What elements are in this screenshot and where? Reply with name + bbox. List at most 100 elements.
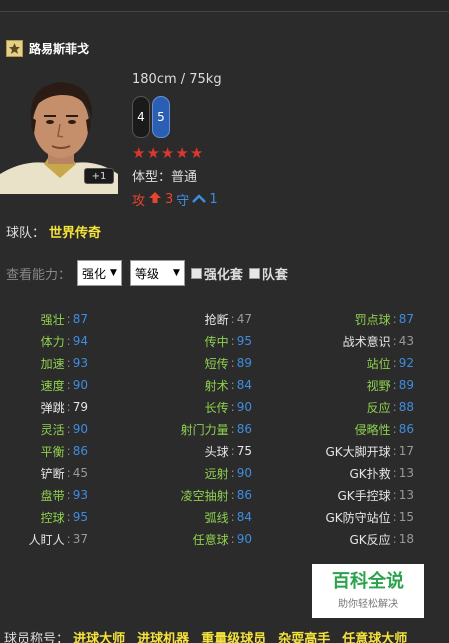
stat-value: 86 bbox=[72, 444, 88, 458]
height-weight: 180cm / 75kg bbox=[132, 72, 222, 87]
team-set-checkbox[interactable]: 队套 bbox=[248, 264, 288, 283]
stat-name: 抢断 bbox=[204, 312, 229, 327]
stat-name: GK大脚开球 bbox=[325, 444, 391, 459]
stat-cell: 体力:94 bbox=[0, 333, 88, 350]
stat-value: 15 bbox=[398, 510, 414, 524]
team: 球队： 世界传奇 bbox=[6, 222, 101, 241]
stat-separator: : bbox=[230, 510, 235, 524]
stat-name: 远射 bbox=[204, 466, 229, 481]
stat-cell: 罚点球:87 bbox=[252, 311, 414, 328]
player-title-item[interactable]: 进球大师 bbox=[73, 632, 125, 643]
stat-name: GK防守站位 bbox=[325, 510, 391, 525]
stat-value: 86 bbox=[398, 422, 414, 436]
right-foot-rating: 5 bbox=[152, 96, 170, 138]
player-title-item[interactable]: 杂耍高手 bbox=[278, 632, 330, 643]
stat-name: 体力 bbox=[40, 334, 65, 349]
stat-value: 93 bbox=[72, 488, 88, 502]
level-select-value: 等级 bbox=[134, 266, 159, 281]
stat-separator: : bbox=[230, 466, 235, 480]
stat-name: 灵活 bbox=[40, 422, 65, 437]
foot-ratings: 4 5 bbox=[132, 96, 170, 138]
stat-value: 90 bbox=[236, 466, 252, 480]
stat-separator: : bbox=[66, 356, 71, 370]
stat-separator: : bbox=[230, 400, 235, 414]
plus-level-badge: +1 bbox=[84, 168, 114, 184]
stat-cell: 铲断:45 bbox=[0, 465, 88, 482]
stat-row: 弹跳:79 长传:90 反应:88 bbox=[0, 396, 449, 418]
stat-name: 铲断 bbox=[40, 466, 65, 481]
stat-name: GK反应 bbox=[349, 532, 391, 547]
stat-cell: 强壮:87 bbox=[0, 311, 88, 328]
stat-name: 站位 bbox=[366, 356, 391, 371]
stat-value: 90 bbox=[236, 532, 252, 546]
stat-separator: : bbox=[230, 488, 235, 502]
stat-value: 45 bbox=[72, 466, 88, 480]
stat-name: 速度 bbox=[40, 378, 65, 393]
stat-value: 86 bbox=[236, 422, 252, 436]
stat-separator: : bbox=[392, 488, 397, 502]
player-title-item[interactable]: 任意球大师 bbox=[342, 632, 407, 643]
stat-name: GK扑救 bbox=[349, 466, 391, 481]
stat-separator: : bbox=[66, 532, 71, 546]
team-set-label: 队套 bbox=[261, 267, 288, 283]
view-ability-label: 查看能力： bbox=[6, 267, 72, 283]
stat-value: 88 bbox=[398, 400, 414, 414]
stat-value: 13 bbox=[398, 488, 414, 502]
stat-cell: 凌空抽射:86 bbox=[88, 487, 252, 504]
stat-cell: 远射:90 bbox=[88, 465, 252, 482]
stat-cell: 站位:92 bbox=[252, 355, 414, 372]
checkbox-icon[interactable] bbox=[248, 267, 260, 279]
stat-cell: 任意球:90 bbox=[88, 531, 252, 548]
stat-cell: 长传:90 bbox=[88, 399, 252, 416]
level-select[interactable]: 等级 ▼ bbox=[129, 260, 185, 286]
player-name: 路易斯菲戈 bbox=[29, 42, 90, 56]
stat-separator: : bbox=[392, 532, 397, 546]
stat-separator: : bbox=[230, 334, 235, 348]
stat-separator: : bbox=[66, 400, 71, 414]
stat-cell: 视野:89 bbox=[252, 377, 414, 394]
stat-separator: : bbox=[66, 422, 71, 436]
stat-value: 93 bbox=[72, 356, 88, 370]
body-type: 体型：普通 bbox=[132, 166, 197, 185]
watermark-logo: 百科全说 助你轻松解决 bbox=[312, 564, 424, 618]
stat-row: 控球:95 弧线:84 GK防守站位:15 bbox=[0, 506, 449, 528]
stat-value: 90 bbox=[72, 422, 88, 436]
stat-value: 90 bbox=[236, 400, 252, 414]
enhance-select[interactable]: 强化 ▼ bbox=[77, 260, 122, 286]
player-titles-label: 球员称号： bbox=[4, 632, 70, 643]
checkbox-icon[interactable] bbox=[190, 267, 202, 279]
stat-cell: GK防守站位:15 bbox=[252, 509, 415, 526]
stat-separator: : bbox=[392, 334, 397, 348]
stat-name: 长传 bbox=[204, 400, 229, 415]
body-type-value: 普通 bbox=[171, 170, 198, 185]
stat-name: 射术 bbox=[204, 378, 229, 393]
star-icon: ★ bbox=[189, 144, 204, 162]
stat-row: 速度:90 射术:84 视野:89 bbox=[0, 374, 449, 396]
stat-value: 75 bbox=[236, 444, 252, 458]
stat-name: GK手控球 bbox=[337, 488, 391, 503]
stat-name: 反应 bbox=[366, 400, 391, 415]
stat-separator: : bbox=[230, 422, 235, 436]
stat-value: 18 bbox=[398, 532, 414, 546]
enhance-set-checkbox[interactable]: 强化套 bbox=[190, 264, 243, 283]
stat-cell: 人盯人:37 bbox=[0, 531, 88, 548]
stat-cell: 短传:89 bbox=[88, 355, 252, 372]
stat-value: 84 bbox=[236, 378, 252, 392]
stat-value: 43 bbox=[398, 334, 414, 348]
stat-row: 加速:93 短传:89 站位:92 bbox=[0, 352, 449, 374]
stat-separator: : bbox=[230, 312, 235, 326]
dropdown-arrow-icon: ▼ bbox=[172, 268, 180, 278]
arrow-up-icon bbox=[148, 191, 162, 208]
stat-cell: 加速:93 bbox=[0, 355, 88, 372]
stat-separator: : bbox=[392, 378, 397, 392]
stat-name: 强壮 bbox=[40, 312, 65, 327]
top-bar bbox=[0, 0, 449, 12]
stat-cell: 头球:75 bbox=[88, 443, 252, 460]
defense-value: 1 bbox=[209, 192, 218, 207]
player-title-item[interactable]: 重量级球员 bbox=[201, 632, 266, 643]
stat-name: 传中 bbox=[204, 334, 229, 349]
stat-row: 人盯人:37 任意球:90 GK反应:18 bbox=[0, 528, 449, 550]
player-title-item[interactable]: 进球机器 bbox=[137, 632, 189, 643]
stat-separator: : bbox=[66, 444, 71, 458]
dropdown-arrow-icon: ▼ bbox=[110, 268, 117, 278]
